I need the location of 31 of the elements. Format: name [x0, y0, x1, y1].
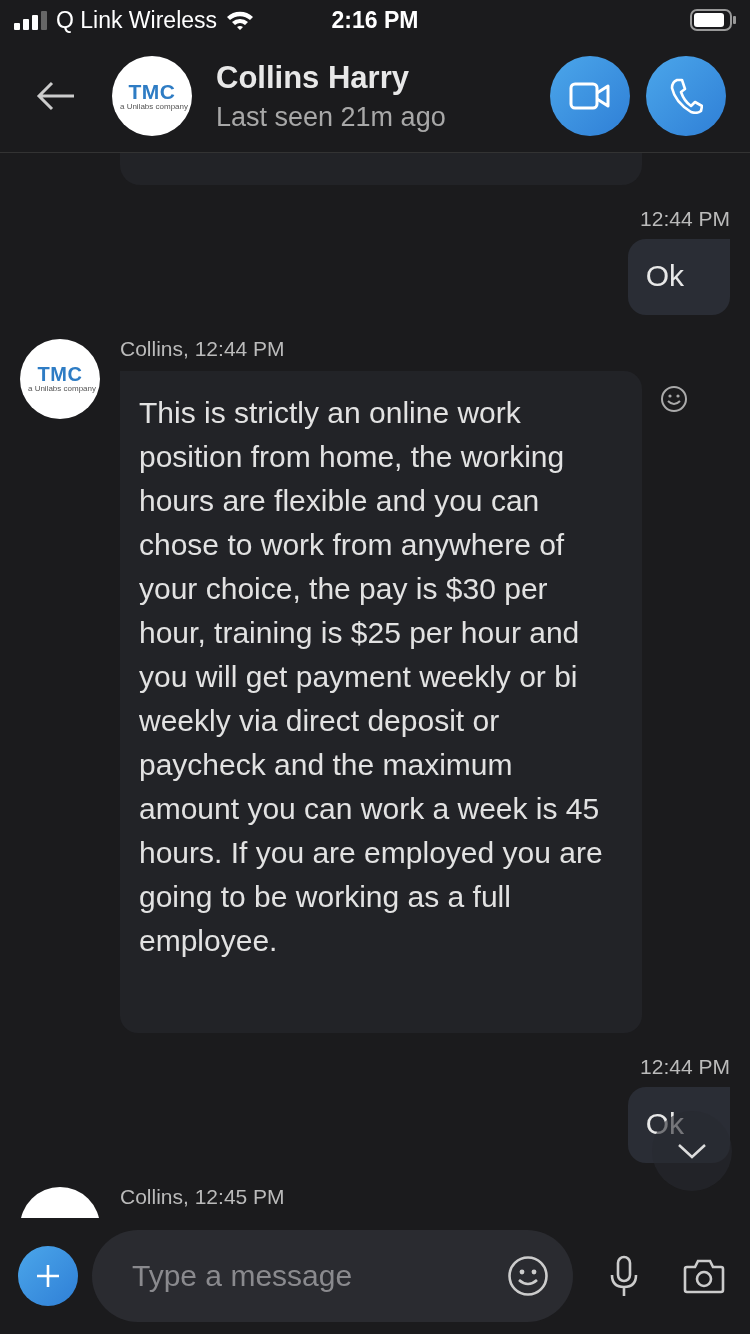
message-text: This is strictly an online work position from home, the working hours are flexible and you can chose to work from anywhere of your choice, the pay is $30 per hour, training is $25 per hour and you will get payment weekly or bi weekly via direct deposit or paycheck and the maximum amount you can work a week is 45 hours. If you are employed you are going to be working as a full employee. [139, 396, 603, 957]
wifi-icon [225, 9, 256, 31]
signal-icon [14, 10, 48, 30]
emoji-icon[interactable] [507, 1255, 549, 1297]
phone-icon [669, 78, 703, 114]
avatar-tagline: a Unilabs company [26, 384, 96, 394]
video-camera-icon [569, 81, 611, 111]
camera-icon[interactable] [683, 1258, 725, 1294]
battery-icon [690, 9, 736, 31]
back-arrow-icon[interactable] [36, 81, 76, 111]
message-input[interactable]: Type a message [130, 1258, 507, 1294]
add-button[interactable] [18, 1246, 78, 1306]
microphone-icon[interactable] [609, 1255, 639, 1297]
avatar-logo: TMC [128, 80, 176, 102]
contact-name: Collins Harry [216, 59, 410, 96]
message-bubble: Ok [627, 1087, 730, 1163]
message-bubble: Ok [627, 239, 730, 315]
contact-avatar[interactable]: TMC a Unilabs company [112, 56, 192, 136]
message-time: 12:44 PM [640, 1055, 730, 1079]
plus-icon [35, 1263, 61, 1289]
sender-time: Collins, 12:45 PM [120, 1185, 285, 1209]
last-seen-status: Last seen 21m ago [216, 101, 447, 133]
avatar-logo: TMC [37, 364, 83, 385]
message-time: 12:44 PM [640, 207, 730, 231]
message-field[interactable]: Type a message [92, 1230, 573, 1322]
status-time: 2:16 PM [330, 6, 420, 34]
sender-time: Collins, 12:44 PM [120, 337, 286, 361]
chevron-down-icon [677, 1142, 707, 1160]
carrier-name: Q Link Wireless [56, 6, 218, 34]
avatar-tagline: a Unilabs company [118, 101, 188, 112]
smiley-icon[interactable] [660, 385, 688, 413]
